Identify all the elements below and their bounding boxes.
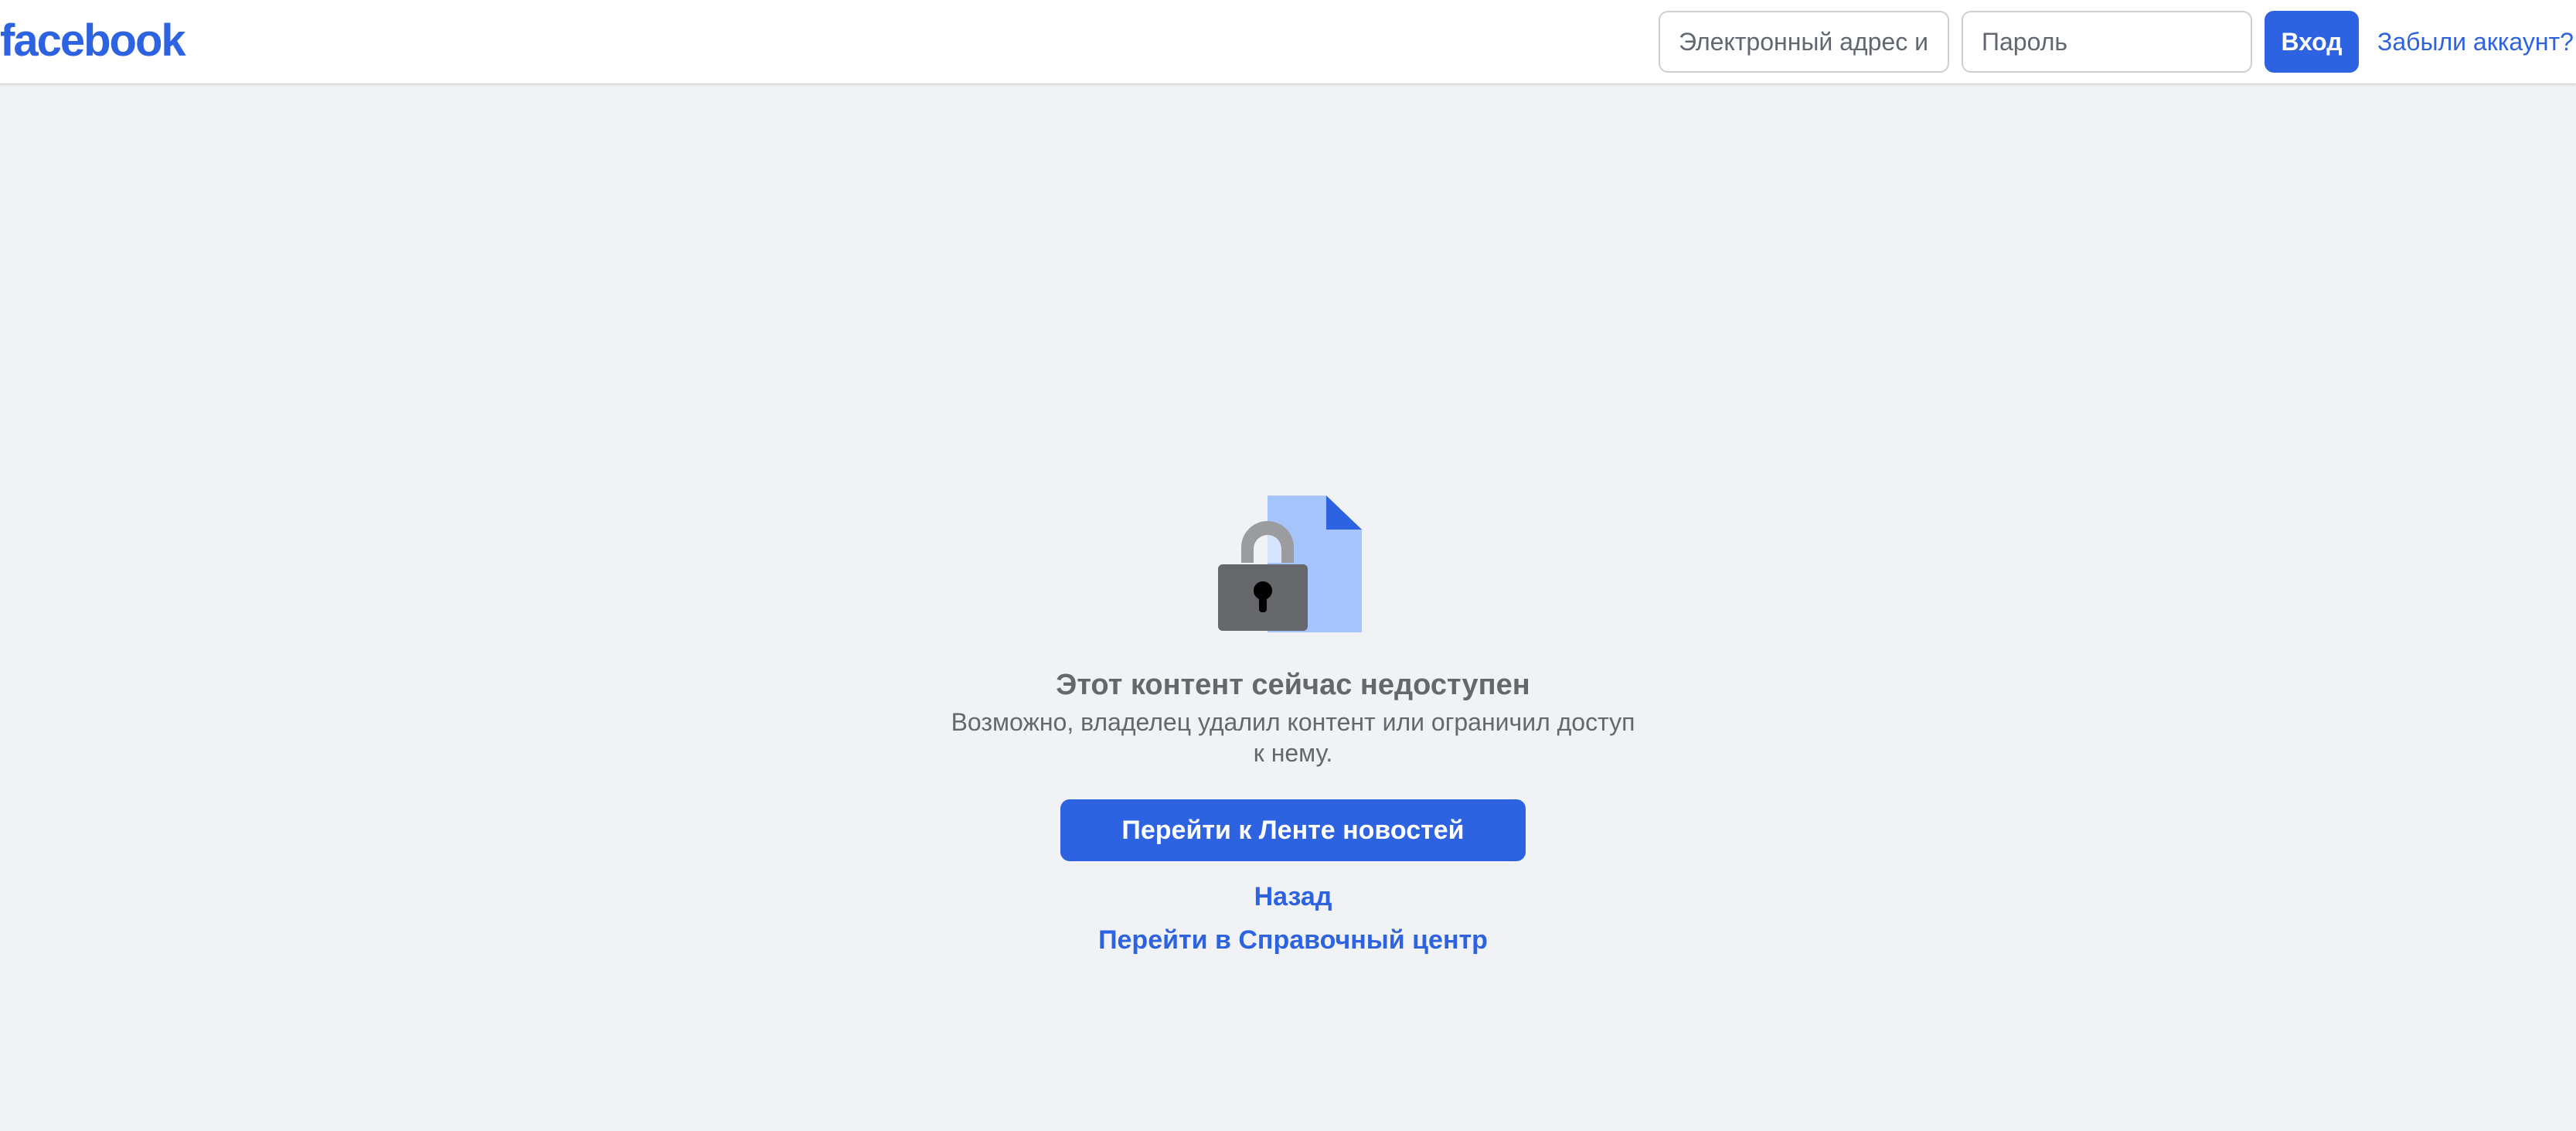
email-input[interactable] <box>1659 11 1949 73</box>
back-link[interactable]: Назад <box>0 880 2576 914</box>
help-center-link[interactable]: Перейти в Справочный центр <box>0 923 2576 957</box>
password-input[interactable] <box>1962 11 2252 73</box>
login-form: Вход Забыли аккаунт? <box>1659 11 2574 73</box>
page-description: Возможно, владелец удалил контент или ог… <box>951 708 1635 767</box>
go-to-news-feed-button[interactable]: Перейти к Ленте новостей <box>1060 799 1526 861</box>
facebook-logo[interactable]: facebook <box>0 14 186 68</box>
login-button[interactable]: Вход <box>2265 11 2359 73</box>
locked-document-icon <box>1218 496 1362 632</box>
page-title: Этот контент сейчас недоступен <box>1056 669 1530 701</box>
forgot-account-link[interactable]: Забыли аккаунт? <box>2377 28 2574 56</box>
top-navigation-bar: facebook Вход Забыли аккаунт? <box>0 0 2576 83</box>
